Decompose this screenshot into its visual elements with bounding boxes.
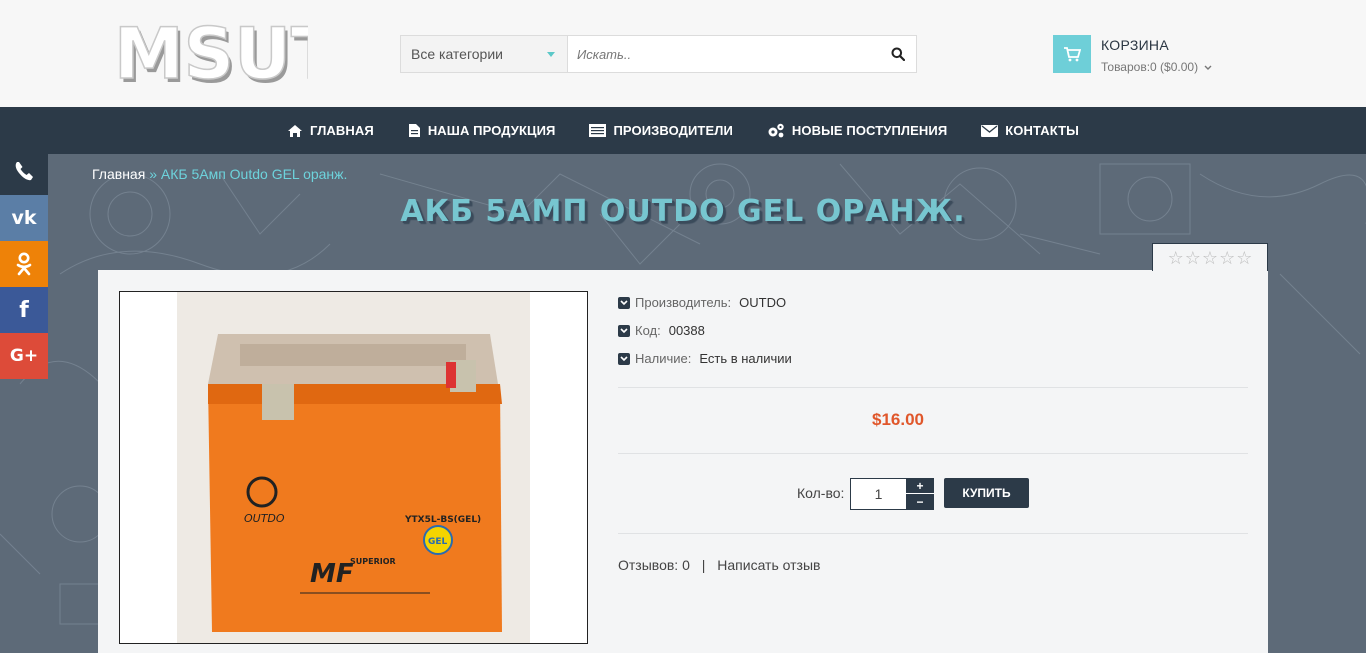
- phone-button[interactable]: [0, 149, 48, 195]
- star-icon[interactable]: ☆: [1185, 249, 1201, 267]
- star-icon[interactable]: ☆: [1219, 249, 1235, 267]
- spec-availability: Наличие: Есть в наличии: [618, 351, 792, 366]
- search-input[interactable]: [568, 36, 880, 72]
- chevron-down-icon: [1204, 65, 1212, 70]
- checkbox-icon: [618, 296, 630, 309]
- checkbox-icon: [618, 352, 630, 365]
- page-title: АКБ 5Амп Outdo GEL оранж.: [400, 194, 966, 229]
- home-icon: [288, 124, 303, 137]
- product-image[interactable]: OUTDO YTX5L-BS(GEL) GEL MF SUPERIOR: [119, 291, 588, 644]
- social-sidebar: vk f G+: [0, 149, 48, 379]
- odnoklassniki-button[interactable]: [0, 241, 48, 287]
- reviews-separator: |: [701, 557, 706, 573]
- nav-item-label: ГЛАВНАЯ: [310, 123, 374, 138]
- cart-icon: [1053, 35, 1091, 73]
- divider: [618, 387, 1248, 388]
- cart-widget[interactable]: КОРЗИНА Товаров:0 ($0.00): [1053, 35, 1233, 75]
- google-plus-icon: G+: [9, 346, 39, 366]
- nav-item-home[interactable]: ГЛАВНАЯ: [287, 123, 374, 138]
- nav-item-label: НАША ПРОДУКЦИЯ: [427, 123, 556, 138]
- facebook-icon: f: [19, 297, 29, 323]
- spec-label: Код:: [635, 323, 661, 338]
- svg-text:OUTDO: OUTDO: [244, 512, 285, 525]
- rating-stars: ☆ ☆ ☆ ☆ ☆: [1152, 243, 1268, 271]
- nav-item-products[interactable]: НАША ПРОДУКЦИЯ: [408, 123, 556, 138]
- gears-icon: [768, 123, 784, 138]
- star-icon[interactable]: ☆: [1236, 249, 1252, 267]
- breadcrumb-separator: »: [149, 166, 157, 182]
- quantity-input[interactable]: [850, 478, 907, 510]
- nav-item-label: ПРОИЗВОДИТЕЛИ: [613, 123, 733, 138]
- svg-text:SUPERIOR: SUPERIOR: [350, 557, 396, 566]
- nav-item-new-arrivals[interactable]: НОВЫЕ ПОСТУПЛЕНИЯ: [767, 123, 947, 138]
- svg-text:GEL: GEL: [428, 537, 448, 547]
- divider: [618, 533, 1248, 534]
- list-icon: [589, 124, 607, 137]
- buy-button[interactable]: КУПИТЬ: [944, 478, 1029, 508]
- cart-summary-text: Товаров:0 ($0.00): [1101, 60, 1199, 74]
- google-plus-button[interactable]: G+: [0, 333, 48, 379]
- star-icon[interactable]: ☆: [1202, 249, 1218, 267]
- spec-label: Производитель:: [635, 295, 732, 310]
- nav-item-contacts[interactable]: КОНТАКТЫ: [981, 123, 1079, 138]
- star-icon[interactable]: ☆: [1168, 249, 1184, 267]
- spec-manufacturer: Производитель: OUTDO: [618, 295, 786, 310]
- nav-item-label: НОВЫЕ ПОСТУПЛЕНИЯ: [791, 123, 948, 138]
- cart-summary: Товаров:0 ($0.00): [1101, 60, 1212, 74]
- svg-text:YTX5L-BS(GEL): YTX5L-BS(GEL): [404, 515, 481, 525]
- quantity-increase-button[interactable]: +: [906, 478, 934, 494]
- category-select[interactable]: Все категории: [401, 36, 568, 72]
- quantity-label: Кол-во:: [797, 485, 845, 501]
- spec-value[interactable]: OUTDO: [739, 295, 786, 310]
- nav-item-manufacturers[interactable]: ПРОИЗВОДИТЕЛИ: [589, 123, 733, 138]
- reviews-count-link[interactable]: Отзывов: 0: [618, 557, 690, 573]
- reviews-row: Отзывов: 0 | Написать отзыв: [618, 557, 820, 573]
- product-price: $16.00: [872, 410, 924, 429]
- svg-text:MSUT: MSUT: [114, 13, 308, 95]
- search-icon: [891, 47, 905, 61]
- quantity-decrease-button[interactable]: −: [906, 494, 934, 510]
- facebook-button[interactable]: f: [0, 287, 48, 333]
- spec-label: Наличие:: [635, 351, 692, 366]
- checkbox-icon: [618, 324, 630, 337]
- divider: [618, 453, 1248, 454]
- spec-value: Есть в наличии: [699, 351, 792, 366]
- svg-text:MF: MF: [310, 559, 354, 589]
- header: MSUT MSUT Все категории КОРЗИНА Товаров: [0, 0, 1366, 107]
- phone-icon: [15, 162, 34, 181]
- write-review-link[interactable]: Написать отзыв: [717, 557, 820, 573]
- spec-code: Код: 00388: [618, 323, 705, 338]
- chevron-down-icon: [547, 52, 555, 57]
- category-select-value: Все категории: [411, 46, 503, 62]
- search-bar: Все категории: [400, 35, 917, 73]
- breadcrumb: Главная » АКБ 5Амп Outdo GEL оранж.: [92, 166, 347, 182]
- main-nav: ГЛАВНАЯ НАША ПРОДУКЦИЯ ПРОИЗВОДИТЕЛИ НОВ…: [0, 107, 1366, 154]
- site-logo[interactable]: MSUT MSUT: [108, 6, 308, 98]
- breadcrumb-current[interactable]: АКБ 5Амп Outdo GEL оранж.: [161, 166, 348, 182]
- nav-item-label: КОНТАКТЫ: [1005, 123, 1079, 138]
- envelope-icon: [981, 124, 999, 137]
- breadcrumb-home-link[interactable]: Главная: [92, 166, 145, 182]
- document-icon: [408, 124, 420, 137]
- odnoklassniki-icon: [16, 252, 32, 276]
- search-button[interactable]: [880, 36, 916, 72]
- cart-title: КОРЗИНА: [1101, 37, 1169, 53]
- spec-value: 00388: [668, 323, 705, 338]
